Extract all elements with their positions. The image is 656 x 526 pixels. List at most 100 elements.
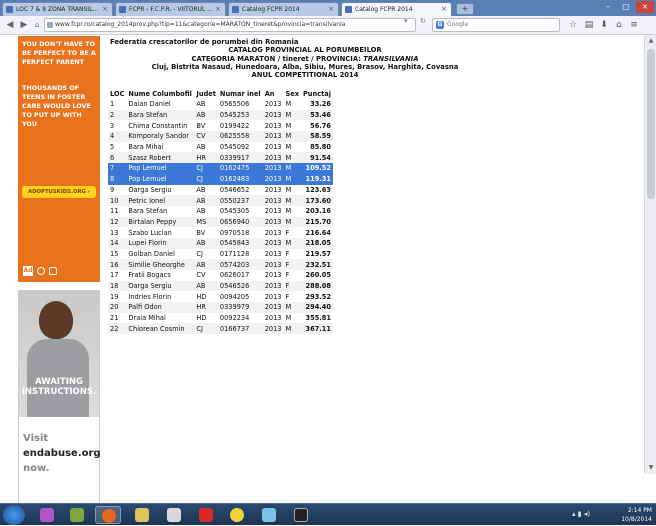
close-tab-icon[interactable]: ×: [215, 3, 221, 16]
cell-an: 2013: [262, 270, 284, 281]
cell-an: 2013: [262, 216, 284, 228]
cell-an: 2013: [262, 227, 284, 238]
cell-sex: M: [283, 302, 301, 313]
cell-name: Szabo Lucian: [126, 227, 195, 238]
table-row: 20 Palfi Odon HR 0339979 2013 M 294.40: [108, 302, 333, 313]
reload-icon[interactable]: ↻: [420, 17, 426, 25]
scroll-thumb[interactable]: [647, 49, 655, 199]
star-icon[interactable]: ☆: [567, 19, 579, 31]
table-row: 17 Fratii Bogacs CV 0626017 2013 F 260.05: [108, 270, 333, 281]
cell-sex: F: [283, 259, 301, 270]
cell-judet: AB: [194, 259, 218, 270]
cell-sex: M: [283, 131, 301, 142]
taskbar-app-firefox[interactable]: [95, 506, 121, 524]
cell-judet: CV: [194, 270, 218, 281]
adoption-ad[interactable]: YOU DON'T HAVE TO BE PERFECT TO BE A PER…: [18, 36, 100, 282]
cell-punctaj: 288.08: [300, 280, 333, 292]
vertical-scrollbar[interactable]: ▲ ▼: [644, 35, 656, 474]
cell-punctaj: 119.31: [300, 173, 333, 185]
browser-tab-active[interactable]: Catalog FCPR 2014 ×: [341, 2, 452, 16]
cell-inel: 0339979: [217, 302, 263, 313]
cell-judet: HR: [194, 152, 218, 164]
hhs-logo-icon: [37, 267, 45, 275]
back-icon[interactable]: ◀: [4, 19, 16, 31]
table-row: 16 Similie Gheorghe AB 0574203 2013 F 232.51: [108, 259, 333, 270]
close-tab-icon[interactable]: ×: [441, 3, 447, 16]
cell-sex: M: [283, 323, 301, 335]
cell-an: 2013: [262, 205, 284, 217]
browser-tab[interactable]: FCPR - F.C.P.R. - VIITORUL ... ×: [115, 2, 226, 16]
cell-punctaj: 219.57: [300, 248, 333, 260]
cell-punctaj: 85.80: [300, 141, 333, 153]
cell-inel: 0550237: [217, 195, 263, 206]
table-row: 6 Szasz Robert HR 0339917 2013 M 91.54: [108, 152, 333, 164]
year-line: ANUL COMPETITIONAL 2014: [251, 71, 359, 80]
endabuse-ad[interactable]: AWAITING INSTRUCTIONS. Visit endabuse.or…: [18, 290, 101, 504]
scroll-up-icon[interactable]: ▲: [647, 37, 655, 45]
counties-line: Cluj, Bistrita Nasaud, Hunedoara, Alba, …: [151, 62, 459, 71]
system-tray: ▴ ▮ ◂) 2:14 PM 10/8/2014: [572, 504, 652, 526]
cell-an: 2013: [262, 152, 284, 164]
cell-judet: AB: [194, 195, 218, 206]
taskbar-app[interactable]: [256, 506, 282, 524]
taskbar-app[interactable]: [64, 506, 90, 524]
home-icon[interactable]: ⌂: [31, 19, 43, 31]
dropdown-arrow-icon[interactable]: ▾: [404, 17, 408, 25]
download-icon[interactable]: ⬇: [598, 19, 610, 31]
new-tab-button[interactable]: +: [456, 3, 474, 15]
favicon-icon: [232, 6, 239, 13]
cell-punctaj: 260.05: [300, 270, 333, 281]
tray-icons[interactable]: ▴ ▮ ◂): [572, 510, 590, 519]
url-bar[interactable]: www.fcpr.ro/catalog_2014prov.php?tip=11&…: [44, 18, 416, 32]
taskbar-app[interactable]: [161, 506, 187, 524]
adoptuskids-button[interactable]: ADOPTUSKIDS.ORG ›: [22, 186, 96, 198]
cell-name: Golban Daniel: [126, 248, 195, 260]
home-page-icon[interactable]: ⌂: [613, 19, 625, 31]
site-identity-icon[interactable]: [47, 22, 53, 28]
cell-judet: AB: [194, 109, 218, 121]
cell-inel: 0656940: [217, 216, 263, 228]
firefox-icon: [102, 509, 116, 523]
menu-icon[interactable]: ≡: [628, 19, 640, 31]
cell-an: 2013: [262, 131, 284, 142]
taskbar-app[interactable]: [129, 506, 155, 524]
browser-tab[interactable]: Catalog FCPR 2014 ×: [228, 2, 339, 16]
cell-loc: 7: [108, 163, 127, 174]
cell-an: 2013: [262, 237, 284, 249]
taskbar-app[interactable]: [34, 506, 60, 524]
cell-sex: M: [283, 120, 301, 132]
taskbar-app[interactable]: [224, 506, 250, 524]
scroll-down-icon[interactable]: ▼: [647, 464, 655, 472]
browser-tab[interactable]: LOC 7 & 8 ZONA TRANSIL... ×: [2, 2, 113, 16]
close-tab-icon[interactable]: ×: [102, 3, 108, 16]
partner-logo-icon: [49, 267, 57, 275]
cell-name: Bara Mihai: [126, 141, 195, 153]
close-window-icon[interactable]: ×: [636, 1, 654, 13]
cell-judet: HD: [194, 291, 218, 303]
taskbar-app[interactable]: [288, 506, 314, 524]
cell-an: 2013: [262, 248, 284, 260]
cell-sex: M: [283, 173, 301, 185]
taskbar-app[interactable]: [193, 506, 219, 524]
google-icon[interactable]: G: [436, 21, 444, 29]
favicon-icon: [6, 6, 13, 13]
close-tab-icon[interactable]: ×: [328, 3, 334, 16]
library-icon[interactable]: ▤: [583, 19, 595, 31]
maximize-icon[interactable]: □: [618, 1, 634, 13]
table-row: 11 Bara Stefan AB 0545305 2013 M 203.16: [108, 205, 333, 217]
cell-inel: 0162483: [217, 173, 263, 185]
cell-name: Oarga Sergiu: [126, 184, 195, 196]
cell-an: 2013: [262, 163, 284, 174]
search-input[interactable]: G Google: [432, 18, 560, 32]
ad-url-text[interactable]: endabuse.org: [23, 446, 101, 461]
forward-icon[interactable]: ▶: [18, 19, 30, 31]
app-icon: [294, 508, 308, 522]
minimize-icon[interactable]: –: [600, 1, 616, 13]
cell-judet: AB: [194, 99, 218, 110]
cell-sex: M: [283, 152, 301, 164]
start-button[interactable]: [3, 505, 25, 525]
cell-judet: HD: [194, 312, 218, 324]
col-name-header: Nume Columbofil: [128, 90, 192, 98]
cell-an: 2013: [262, 141, 284, 153]
table-header-row: LOC Nume Columbofil Judet Numar inel An …: [108, 89, 333, 99]
